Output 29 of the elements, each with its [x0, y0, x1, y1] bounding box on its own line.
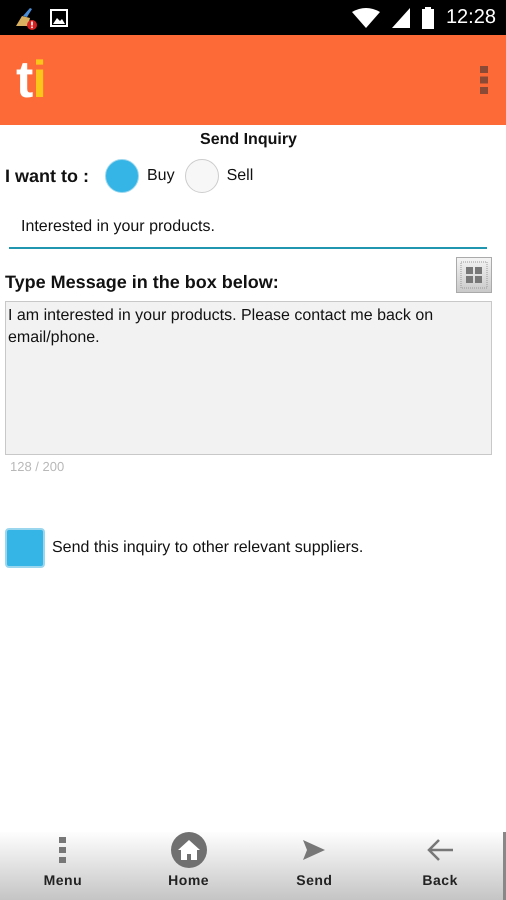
checkbox[interactable]	[5, 528, 45, 568]
cleaner-icon	[14, 6, 38, 30]
send-icon	[302, 839, 326, 861]
radio-label: Sell	[226, 167, 254, 185]
checkbox-label: Send this inquiry to other relevant suppliers.	[52, 539, 364, 557]
intent-label: I want to :	[5, 166, 89, 186]
overflow-menu-icon[interactable]	[480, 66, 488, 94]
radio-button[interactable]	[105, 159, 139, 193]
menu-icon	[58, 837, 67, 863]
back-arrow-icon	[426, 838, 454, 862]
signal-icon	[392, 8, 410, 28]
character-counter: 128 / 200	[10, 459, 66, 474]
radio-label: Buy	[147, 167, 175, 185]
subject-field[interactable]: Interested in your products.	[9, 207, 487, 249]
clock-time: 12:28	[446, 6, 496, 29]
nav-button[interactable]: Send	[252, 832, 378, 900]
grid-icon[interactable]	[456, 257, 492, 293]
battery-icon	[422, 6, 434, 28]
message-field[interactable]: I am interested in your products. Please contact me back on email/phone.	[5, 301, 492, 455]
wifi-icon	[352, 8, 380, 28]
image-icon	[50, 8, 68, 26]
app-logo: ti	[16, 54, 46, 106]
home-icon	[176, 839, 201, 861]
nav-button[interactable]: Home	[126, 832, 252, 900]
radio-button[interactable]	[184, 159, 219, 193]
page-title: Send Inquiry	[200, 131, 297, 149]
message-label: Type Message in the box below:	[5, 272, 279, 293]
nav-button[interactable]: Back	[377, 832, 503, 900]
nav-button[interactable]: Menu	[0, 832, 126, 900]
